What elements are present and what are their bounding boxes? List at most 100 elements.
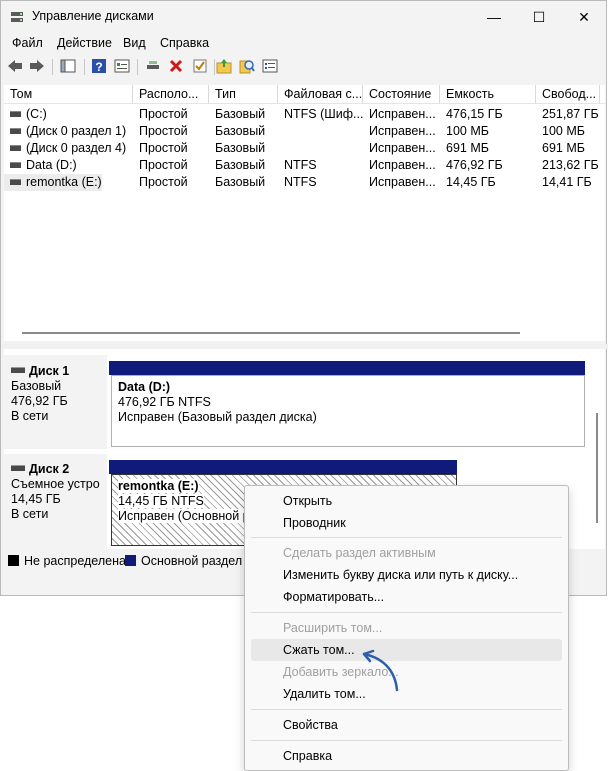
properties-icon[interactable] bbox=[113, 57, 131, 75]
close-button[interactable]: ✕ bbox=[561, 1, 607, 33]
disk-icon bbox=[11, 464, 25, 471]
column-header-filesystem[interactable]: Файловая с... bbox=[278, 85, 363, 103]
back-icon[interactable] bbox=[6, 57, 24, 75]
volume-icon bbox=[10, 144, 21, 151]
filesystem-cell: NTFS (Шиф... bbox=[284, 107, 363, 121]
column-header-free-space[interactable]: Свобод... bbox=[536, 85, 600, 103]
partition-state: Исправен (Базовый раздел диска) bbox=[118, 410, 317, 424]
volume-name-cell: (C:) bbox=[4, 106, 133, 123]
status-cell: Исправен... bbox=[369, 124, 436, 138]
menu-item-add-mirror[interactable]: Добавить зеркало... bbox=[245, 661, 568, 683]
vertical-scrollbar[interactable] bbox=[596, 413, 598, 523]
layout-cell: Простой bbox=[139, 158, 188, 172]
menu-item-mark-active[interactable]: Сделать раздел активным bbox=[245, 542, 568, 564]
console-tree-icon[interactable] bbox=[59, 57, 77, 75]
table-row[interactable]: (C:) Простой Базовый NTFS (Шиф... Исправ… bbox=[4, 106, 605, 123]
menu-view[interactable]: Вид bbox=[123, 36, 146, 50]
table-row-selected[interactable]: remontka (E:) Простой Базовый NTFS Испра… bbox=[4, 174, 605, 191]
disk-status: В сети bbox=[11, 507, 49, 521]
disk-size: 14,45 ГБ bbox=[11, 492, 61, 506]
folder-up-icon[interactable] bbox=[215, 57, 233, 75]
column-header-capacity[interactable]: Емкость bbox=[440, 85, 536, 103]
volume-name-cell: remontka (E:) bbox=[4, 174, 102, 191]
partition-name: remontka (E:) bbox=[118, 479, 199, 493]
disk-icon bbox=[11, 366, 25, 373]
free-space-cell: 14,41 ГБ bbox=[542, 175, 592, 189]
capacity-cell: 476,92 ГБ bbox=[446, 158, 503, 172]
menu-item-change-drive-letter[interactable]: Изменить букву диска или путь к диску... bbox=[245, 564, 568, 586]
layout-cell: Простой bbox=[139, 175, 188, 189]
minimize-button[interactable]: — bbox=[471, 1, 517, 33]
layout-cell: Простой bbox=[139, 107, 188, 121]
table-row[interactable]: (Диск 0 раздел 4) Простой Базовый Исправ… bbox=[4, 140, 605, 157]
volume-list-header: Том Располо... Тип Файловая с... Состоян… bbox=[4, 85, 605, 104]
menu-item-delete-volume[interactable]: Удалить том... bbox=[245, 683, 568, 705]
toolbar: ? bbox=[1, 55, 606, 80]
menu-separator bbox=[251, 612, 562, 613]
status-cell: Исправен... bbox=[369, 175, 436, 189]
forward-icon[interactable] bbox=[28, 57, 46, 75]
filesystem-cell bbox=[278, 123, 363, 140]
menu-item-open[interactable]: Открыть bbox=[245, 490, 568, 512]
table-row[interactable]: Data (D:) Простой Базовый NTFS Исправен.… bbox=[4, 157, 605, 174]
toolbar-separator bbox=[137, 59, 138, 75]
menu-separator bbox=[251, 709, 562, 710]
svg-text:?: ? bbox=[95, 60, 102, 74]
status-cell: Исправен... bbox=[369, 141, 436, 155]
menu-help[interactable]: Справка bbox=[160, 36, 209, 50]
column-header-status[interactable]: Состояние bbox=[363, 85, 440, 103]
legend-unallocated: Не распределена bbox=[24, 554, 126, 568]
filesystem-cell bbox=[278, 140, 363, 157]
menu-item-explorer[interactable]: Проводник bbox=[245, 512, 568, 534]
volume-list: Том Располо... Тип Файловая с... Состоян… bbox=[4, 85, 605, 341]
list-icon[interactable] bbox=[261, 57, 279, 75]
menu-separator bbox=[251, 740, 562, 741]
menu-item-properties[interactable]: Свойства bbox=[245, 714, 568, 736]
menu-item-help[interactable]: Справка bbox=[245, 745, 568, 767]
free-space-cell: 213,62 ГБ bbox=[542, 158, 599, 172]
partition-size: 14,45 ГБ NTFS bbox=[118, 494, 204, 508]
column-header-layout[interactable]: Располо... bbox=[133, 85, 209, 103]
free-space-cell: 100 МБ bbox=[542, 124, 585, 138]
disk-type: Базовый bbox=[11, 379, 62, 393]
horizontal-scrollbar[interactable] bbox=[22, 332, 520, 334]
type-cell: Базовый bbox=[215, 158, 266, 172]
legend-swatch-primary bbox=[125, 555, 136, 566]
capacity-cell: 14,45 ГБ bbox=[446, 175, 496, 189]
partition-data-d[interactable]: Data (D:) 476,92 ГБ NTFS Исправен (Базов… bbox=[111, 375, 585, 447]
volume-icon bbox=[10, 127, 21, 134]
partition-name: Data (D:) bbox=[118, 380, 171, 394]
context-menu: Открыть Проводник Сделать раздел активны… bbox=[244, 485, 569, 771]
menu-file[interactable]: Файл bbox=[12, 36, 43, 50]
menu-item-shrink-volume[interactable]: Сжать том... bbox=[251, 639, 562, 661]
connect-icon[interactable] bbox=[144, 57, 162, 75]
column-header-type[interactable]: Тип bbox=[209, 85, 278, 103]
disk-2-info[interactable]: Диск 2 Съемное устро 14,45 ГБ В сети bbox=[4, 454, 107, 549]
table-row[interactable]: (Диск 0 раздел 1) Простой Базовый Исправ… bbox=[4, 123, 605, 140]
delete-icon[interactable] bbox=[167, 57, 185, 75]
type-cell: Базовый bbox=[215, 107, 266, 121]
capacity-cell: 476,15 ГБ bbox=[446, 107, 503, 121]
status-cell: Исправен... bbox=[369, 158, 436, 172]
disk-name: Диск 2 bbox=[29, 462, 70, 476]
filesystem-cell: NTFS bbox=[284, 158, 317, 172]
free-space-cell: 251,87 ГБ bbox=[542, 107, 599, 121]
column-header-volume[interactable]: Том bbox=[4, 85, 133, 103]
search-icon[interactable] bbox=[238, 57, 256, 75]
partition-color-bar bbox=[109, 460, 457, 474]
type-cell: Базовый bbox=[215, 175, 266, 189]
disk-type: Съемное устро bbox=[11, 477, 100, 491]
menu-action[interactable]: Действие bbox=[57, 36, 112, 50]
maximize-button[interactable]: ☐ bbox=[516, 1, 562, 33]
disk-status: В сети bbox=[11, 409, 49, 423]
help-icon[interactable]: ? bbox=[90, 57, 108, 75]
filesystem-cell: NTFS bbox=[284, 175, 317, 189]
legend-swatch-unallocated bbox=[8, 555, 19, 566]
disk-1-info[interactable]: Диск 1 Базовый 476,92 ГБ В сети bbox=[4, 355, 107, 449]
capacity-cell: 691 МБ bbox=[446, 141, 489, 155]
volume-name-cell: Data (D:) bbox=[4, 157, 133, 174]
menu-item-format[interactable]: Форматировать... bbox=[245, 586, 568, 608]
check-icon[interactable] bbox=[191, 57, 209, 75]
free-space-cell: 691 МБ bbox=[542, 141, 585, 155]
menu-item-extend-volume[interactable]: Расширить том... bbox=[245, 617, 568, 639]
